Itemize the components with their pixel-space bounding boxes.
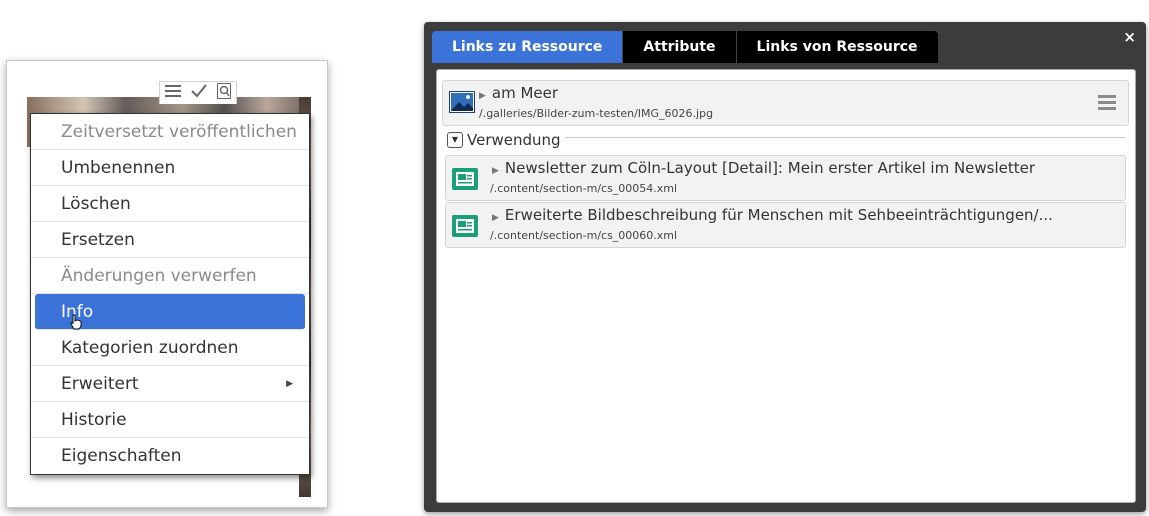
content-document-icon xyxy=(452,168,478,190)
dialog-tabs: Links zu Ressource Attribute Links von R… xyxy=(432,31,938,63)
image-file-icon xyxy=(449,91,475,113)
usage-title-text: Newsletter zum Cöln-Layout [Detail]: Mei… xyxy=(504,159,1036,177)
usage-path: /.content/section-m/cs_00054.xml xyxy=(490,182,678,195)
section-header[interactable]: ▼ Verwendung xyxy=(447,131,565,149)
menu-item-label: Historie xyxy=(61,410,127,430)
menu-item-zeitversetzt[interactable]: Zeitversetzt veröffentlichen xyxy=(31,114,309,150)
menu-item-aenderungen-verwerfen[interactable]: Änderungen verwerfen xyxy=(31,258,309,294)
menu-item-label: Kategorien zuordnen xyxy=(61,338,239,358)
content-document-icon xyxy=(452,215,478,237)
resource-info-dialog: × Links zu Ressource Attribute Links von… xyxy=(424,22,1146,512)
menu-item-umbenennen[interactable]: Umbenennen xyxy=(31,150,309,186)
usage-item[interactable]: ▶ Newsletter zum Cöln-Layout [Detail]: Me… xyxy=(445,155,1126,201)
item-toolbar xyxy=(159,81,237,104)
context-menu: Zeitversetzt veröffentlichen Umbenennen … xyxy=(30,113,310,475)
menu-item-label: Umbenennen xyxy=(61,158,176,178)
menu-item-label: Ersetzen xyxy=(61,230,135,250)
tab-attribute[interactable]: Attribute xyxy=(623,31,737,63)
menu-item-erweitert[interactable]: Erweitert ▶ xyxy=(31,366,309,402)
dialog-body: ▶ am Meer /.galleries/Bilder-zum-testen/I… xyxy=(436,69,1136,503)
usage-title[interactable]: ▶ Newsletter zum Cöln-Layout [Detail]: Me… xyxy=(492,159,1035,177)
menu-item-loeschen[interactable]: Löschen xyxy=(31,186,309,222)
expand-caret-icon[interactable]: ▶ xyxy=(492,166,499,176)
usage-title-text: Erweiterte Bildbeschreibung für Menschen… xyxy=(504,206,1053,224)
menu-item-label: Eigenschaften xyxy=(61,446,182,466)
usage-path: /.content/section-m/cs_00060.xml xyxy=(490,229,678,242)
hand-cursor-icon xyxy=(70,314,82,330)
checkmark-icon[interactable] xyxy=(191,84,207,102)
usage-title[interactable]: ▶ Erweiterte Bildbeschreibung für Mensche… xyxy=(492,206,1053,224)
menu-item-label: Zeitversetzt veröffentlichen xyxy=(61,122,297,142)
menu-item-eigenschaften[interactable]: Eigenschaften xyxy=(31,438,309,474)
expand-caret-icon[interactable]: ▶ xyxy=(492,213,499,223)
usage-item[interactable]: ▶ Erweiterte Bildbeschreibung für Mensche… xyxy=(445,202,1126,248)
resource-path: /.galleries/Bilder-zum-testen/IMG_6026.j… xyxy=(479,107,714,120)
menu-item-historie[interactable]: Historie xyxy=(31,402,309,438)
verwendung-section: ▼ Verwendung xyxy=(447,127,1125,149)
menu-item-kategorien[interactable]: Kategorien zuordnen xyxy=(31,330,309,366)
section-label: Verwendung xyxy=(467,131,561,149)
context-menu-panel: Zeitversetzt veröffentlichen Umbenennen … xyxy=(6,60,328,508)
resource-title-text: am Meer xyxy=(491,84,559,102)
hamburger-menu-icon[interactable] xyxy=(1098,93,1116,111)
menu-item-ersetzen[interactable]: Ersetzen xyxy=(31,222,309,258)
tab-links-zu-ressource[interactable]: Links zu Ressource xyxy=(432,31,624,63)
search-page-icon[interactable] xyxy=(217,83,231,103)
menu-item-label: Erweitert xyxy=(61,374,139,394)
menu-item-info[interactable]: Info xyxy=(35,294,305,330)
tab-links-von-ressource[interactable]: Links von Ressource xyxy=(736,31,938,63)
submenu-arrow-icon: ▶ xyxy=(286,379,293,389)
resource-title[interactable]: ▶ am Meer xyxy=(479,84,558,102)
menu-item-label: Löschen xyxy=(61,194,131,214)
close-icon[interactable]: × xyxy=(1123,28,1136,46)
collapse-toggle-icon[interactable]: ▼ xyxy=(447,132,463,148)
menu-item-label: Änderungen verwerfen xyxy=(61,266,257,286)
resource-entry[interactable]: ▶ am Meer /.galleries/Bilder-zum-testen/I… xyxy=(442,80,1129,126)
expand-caret-icon[interactable]: ▶ xyxy=(479,91,486,101)
menu-lines-icon[interactable] xyxy=(165,84,181,102)
